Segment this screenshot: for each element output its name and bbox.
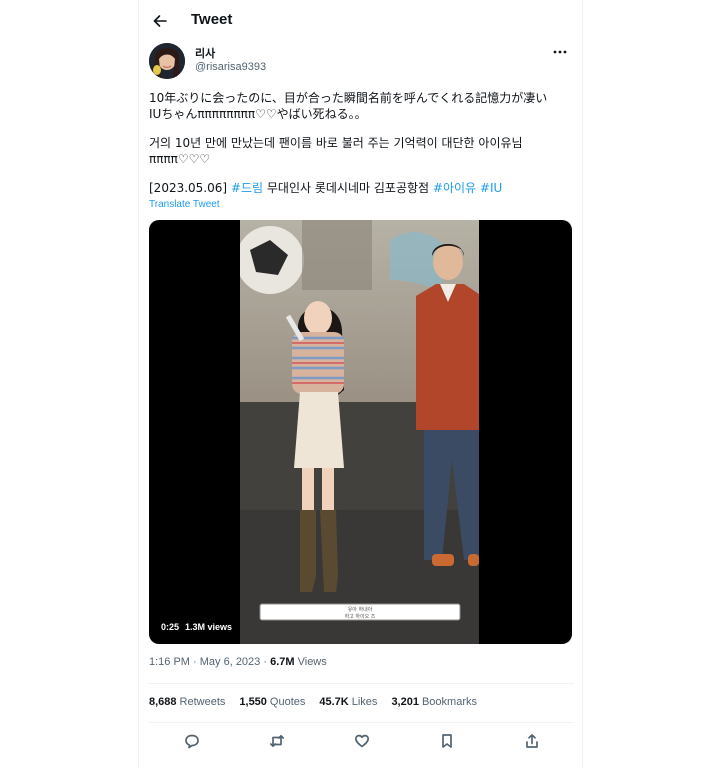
venue-text: 무대인사 롯데시네마 김포공항점 (266, 181, 430, 195)
avatar[interactable] (149, 43, 185, 79)
bookmarks-stat[interactable]: 3,201 Bookmarks (391, 696, 477, 708)
date-tag: [2023.05.06] (149, 181, 228, 195)
hashtag-link[interactable]: #IU (480, 181, 502, 195)
tweet-text-korean: 거의 10년 만에 만났는데 팬이름 바로 불러 주는 기억력이 대단한 아이유… (149, 136, 523, 166)
reply-button[interactable] (179, 728, 205, 754)
share-button[interactable] (519, 728, 545, 754)
video-views: 1.3M views (185, 622, 233, 632)
retweets-stat[interactable]: 8,688 Retweets (149, 696, 225, 708)
heart-icon (354, 734, 369, 748)
translate-tweet-link[interactable]: Translate Tweet (149, 199, 220, 210)
more-options-button[interactable] (550, 44, 570, 60)
video-frame[interactable]: 유아 하내아 하고 하이오 즈 (240, 220, 479, 644)
video-duration: 0:25 (161, 622, 180, 632)
bookmark-button[interactable] (434, 728, 460, 754)
video-player[interactable]: 유아 하내아 하고 하이오 즈 0:25 1.3M views (149, 220, 572, 644)
tweet-date[interactable]: May 6, 2023 (200, 656, 261, 668)
views-count: 6.7M (270, 656, 295, 668)
tweet-actions (149, 728, 574, 754)
share-icon (525, 734, 538, 748)
reply-icon (184, 734, 199, 749)
hashtag-link[interactable]: #드림 (231, 181, 263, 195)
tweet-header: Tweet (139, 0, 582, 42)
video-caption-line: 하고 하이오 즈 (345, 613, 376, 620)
video-thumbnail: 유아 하내아 하고 하이오 즈 (240, 220, 479, 644)
like-button[interactable] (349, 728, 375, 754)
bookmark-icon (441, 734, 452, 748)
tweet-text-japanese: 10年ぶりに会ったのに、目が合った瞬間名前を呼んでくれる記憶力が凄い IUちゃん… (149, 91, 548, 121)
tweet-meta: 1:16 PM · May 6, 2023 · 6.7M Views (149, 656, 327, 668)
video-caption-line: 유아 하내아 (348, 606, 373, 613)
author-display-name[interactable]: 리사 (195, 45, 215, 61)
likes-stat[interactable]: 45.7K Likes (319, 696, 377, 708)
views-label: Views (297, 656, 327, 668)
back-button[interactable] (145, 6, 175, 36)
divider (149, 722, 574, 723)
hashtag-link[interactable]: #아이유 (433, 181, 476, 195)
avatar-image (149, 43, 185, 79)
tweet-time[interactable]: 1:16 PM (149, 656, 190, 668)
engagement-stats: 8,688 Retweets 1,550 Quotes 45.7K Likes 3,2… (149, 696, 477, 708)
retweet-icon (269, 734, 284, 748)
quotes-stat[interactable]: 1,550 Quotes (239, 696, 305, 708)
tweet-text-tags: [2023.05.06] #드림 무대인사 롯데시네마 김포공항점 #아이유 #… (149, 180, 574, 196)
page-title: Tweet (191, 11, 233, 28)
divider (149, 683, 574, 684)
tweet-column: Tweet 리사 @risarisa9393 10年ぶりに会ったのに、目が合った… (138, 0, 583, 768)
more-horizontal-icon (553, 50, 567, 54)
retweet-button[interactable] (264, 728, 290, 754)
video-stats-overlay: 0:25 1.3M views (161, 622, 232, 632)
arrow-left-icon (153, 15, 167, 27)
author-handle[interactable]: @risarisa9393 (195, 61, 266, 73)
